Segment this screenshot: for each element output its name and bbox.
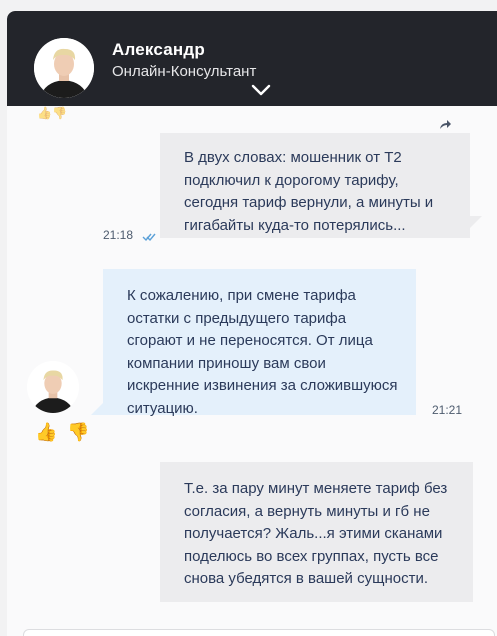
chevron-down-icon[interactable]	[250, 83, 272, 97]
double-check-icon	[142, 229, 156, 242]
chat-widget: Александр Онлайн-Консультант 👍👎 В двух с…	[7, 11, 497, 636]
previous-rating-icons: 👍👎	[37, 106, 67, 120]
agent-name: Александр	[112, 40, 205, 59]
agent-bubble-tail	[91, 403, 103, 415]
thumbs-down-icon[interactable]: 👎	[67, 422, 89, 443]
agent-message: К сожалению, при смене тарифа остатки с …	[103, 269, 416, 417]
chat-header: Александр Онлайн-Консультант	[7, 11, 497, 106]
agent-avatar-small	[27, 361, 79, 413]
user-message: В двух словах: мошенник от Т2 подключил …	[160, 133, 470, 238]
user-message: Т.е. за пару минут меняете тариф без сог…	[160, 462, 473, 602]
agent-role: Онлайн-Консультант	[112, 63, 257, 80]
agent-avatar	[34, 38, 94, 98]
message-time: 21:21	[432, 403, 463, 417]
share-icon[interactable]	[438, 117, 452, 131]
thumbs-up-icon[interactable]: 👍	[35, 422, 57, 443]
message-input[interactable]	[23, 629, 495, 636]
user-bubble-tail	[470, 216, 482, 228]
message-time: 21:18	[103, 228, 134, 242]
